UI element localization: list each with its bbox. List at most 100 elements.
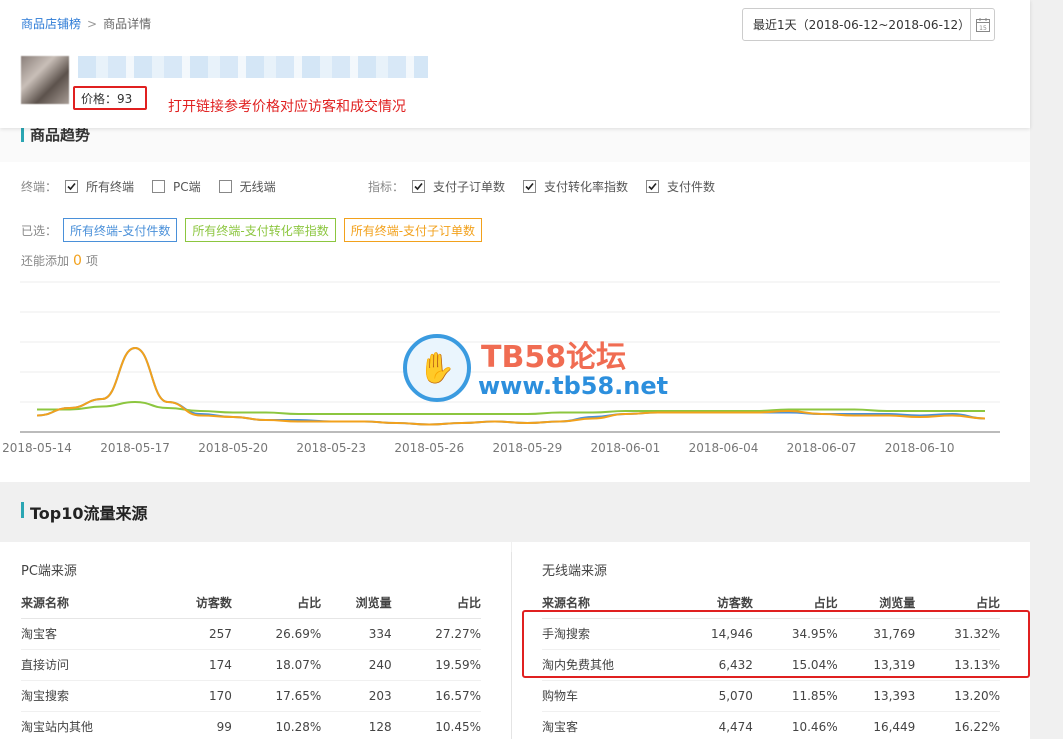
metric-option-label: 支付转化率指数 (544, 180, 629, 194)
checkbox[interactable] (218, 180, 232, 193)
column-header[interactable]: 占比 (915, 588, 1000, 619)
value-cell: 34.95% (752, 618, 838, 650)
terminal-option[interactable]: PC端 (152, 178, 219, 195)
checkbox[interactable] (523, 180, 537, 193)
watermark-url: www.tb58.net (478, 372, 669, 400)
table-row[interactable]: 手淘搜索 14,946 34.95% 31,769 31.32% (542, 618, 1000, 650)
column-header[interactable]: 占比 (391, 588, 481, 619)
terminal-option-label: PC端 (173, 180, 201, 194)
top10-header-strip (0, 482, 1030, 542)
value-cell: 203 (321, 680, 392, 712)
value-cell: 13.13% (915, 649, 1000, 681)
column-header[interactable]: 占比 (231, 588, 322, 619)
value-cell: 10.45% (391, 711, 481, 739)
breadcrumb: 商品店铺榜 > 商品详情 (21, 15, 151, 32)
metric-option[interactable]: 支付转化率指数 (523, 178, 646, 195)
add-more-count: 0 (73, 253, 82, 269)
value-cell: 13,319 (837, 649, 916, 681)
checkmark-icon (414, 182, 423, 191)
date-range-picker[interactable]: 最近1天（2018-06-12~2018-06-12） 15 (742, 8, 995, 41)
value-cell: 18.07% (231, 649, 322, 681)
x-tick-label: 2018-05-23 (296, 441, 366, 455)
source-name-cell: 手淘搜索 (542, 618, 676, 650)
metric-option[interactable]: 支付子订单数 (412, 178, 523, 195)
value-cell: 19.59% (391, 649, 481, 681)
table-row[interactable]: 购物车 5,070 11.85% 13,393 13.20% (542, 680, 1000, 712)
column-header[interactable]: 来源名称 (542, 588, 676, 619)
checkmark-icon (67, 182, 76, 191)
terminal-filter-label: 终端： (21, 180, 58, 194)
top10-title: Top10流量来源 (30, 504, 148, 523)
checkbox[interactable] (412, 180, 426, 193)
value-cell: 31,769 (837, 618, 916, 650)
column-header[interactable]: 访客数 (161, 588, 232, 619)
value-cell: 15.04% (752, 649, 838, 681)
checkbox[interactable] (646, 180, 660, 193)
mobile-source-table: 来源名称 访客数 占比 浏览量 占比 手淘搜索 14,946 34.95% 31,769 31.… (542, 588, 1000, 739)
value-cell: 99 (161, 711, 232, 739)
column-header[interactable]: 访客数 (675, 588, 753, 619)
value-cell: 10.46% (752, 711, 838, 739)
table-row[interactable]: 淘宝搜索 170 17.65% 203 16.57% (21, 680, 481, 712)
x-tick-label: 2018-05-20 (198, 441, 268, 455)
watermark: ✋ TB58论坛 www.tb58.net (403, 330, 668, 410)
add-more-suffix: 项 (85, 254, 98, 268)
value-cell: 31.32% (915, 618, 1000, 650)
product-thumbnail[interactable] (21, 56, 69, 104)
terminal-option-label: 无线端 (239, 180, 276, 194)
selected-tag[interactable]: 所有终端-支付子订单数 (343, 218, 483, 242)
metric-filter-label: 指标： (368, 180, 405, 194)
value-cell: 27.27% (391, 618, 481, 650)
product-title-blurred[interactable] (78, 56, 428, 78)
calendar-day: 15 (979, 25, 987, 32)
value-cell: 240 (321, 649, 392, 681)
breadcrumb-separator: > (87, 17, 98, 31)
value-cell: 17.65% (231, 680, 322, 712)
table-row[interactable]: 淘内免费其他 6,432 15.04% 13,319 13.13% (542, 649, 1000, 681)
table-row[interactable]: 淘宝客 4,474 10.46% 16,449 16.22% (542, 711, 1000, 739)
terminal-options: 所有终端 PC端 无线端 (65, 178, 294, 195)
table-row[interactable]: 淘宝站内其他 99 10.28% 128 10.45% (21, 711, 481, 739)
x-tick-label: 2018-06-04 (689, 441, 759, 455)
value-cell: 170 (161, 680, 232, 712)
watermark-title: TB58论坛 (481, 340, 627, 375)
value-cell: 26.69% (231, 618, 322, 650)
checkbox[interactable] (65, 180, 79, 193)
selected-tag[interactable]: 所有终端-支付转化率指数 (185, 218, 336, 242)
metric-options: 支付子订单数 支付转化率指数 支付件数 (412, 178, 733, 195)
x-tick-label: 2018-06-07 (787, 441, 857, 455)
breadcrumb-current: 商品详情 (103, 17, 152, 31)
value-cell: 257 (161, 618, 232, 650)
column-header[interactable]: 浏览量 (321, 588, 392, 619)
table-row[interactable]: 直接访问 174 18.07% 240 19.59% (21, 649, 481, 681)
metric-filter: 指标： 支付子订单数 支付转化率指数 支付件数 (368, 178, 733, 195)
column-header[interactable]: 浏览量 (837, 588, 916, 619)
terminal-filter: 终端： 所有终端 PC端 无线端 (21, 178, 294, 195)
x-tick-label: 2018-05-17 (100, 441, 170, 455)
column-header[interactable]: 占比 (752, 588, 838, 619)
pc-source-title: PC端来源 (21, 564, 77, 579)
mobile-source-panel: 无线端来源 来源名称 访客数 占比 浏览量 占比 手淘搜索 14,946 34.95% 31,… (512, 542, 1030, 739)
pc-source-panel: PC端来源 来源名称 访客数 占比 浏览量 占比 淘宝客 257 26.69% 334 27.2… (0, 542, 511, 739)
terminal-option[interactable]: 所有终端 (65, 178, 152, 195)
calendar-button[interactable]: 15 (970, 9, 994, 40)
x-tick-label: 2018-06-01 (591, 441, 661, 455)
value-cell: 16,449 (837, 711, 916, 739)
metric-option[interactable]: 支付件数 (646, 178, 733, 195)
checkbox[interactable] (152, 180, 166, 193)
terminal-option-label: 所有终端 (86, 180, 135, 194)
table-row[interactable]: 淘宝客 257 26.69% 334 27.27% (21, 618, 481, 650)
pc-source-table: 来源名称 访客数 占比 浏览量 占比 淘宝客 257 26.69% 334 27.27% 直接访问… (21, 588, 481, 739)
trend-title-accent (21, 126, 24, 142)
selected-tag[interactable]: 所有终端-支付件数 (63, 218, 178, 242)
value-cell: 5,070 (675, 680, 753, 712)
column-header[interactable]: 来源名称 (21, 588, 162, 619)
terminal-option[interactable]: 无线端 (218, 178, 294, 195)
add-more-hint: 还能添加 0 项 (21, 252, 98, 269)
breadcrumb-shop-ranking[interactable]: 商品店铺榜 (21, 17, 81, 31)
date-range-label: 最近1天（2018-06-12~2018-06-12） (753, 18, 971, 32)
source-name-cell: 淘内免费其他 (542, 649, 676, 681)
value-cell: 16.57% (391, 680, 481, 712)
calendar-icon: 15 (975, 17, 990, 32)
source-name-cell: 淘宝站内其他 (21, 711, 162, 739)
